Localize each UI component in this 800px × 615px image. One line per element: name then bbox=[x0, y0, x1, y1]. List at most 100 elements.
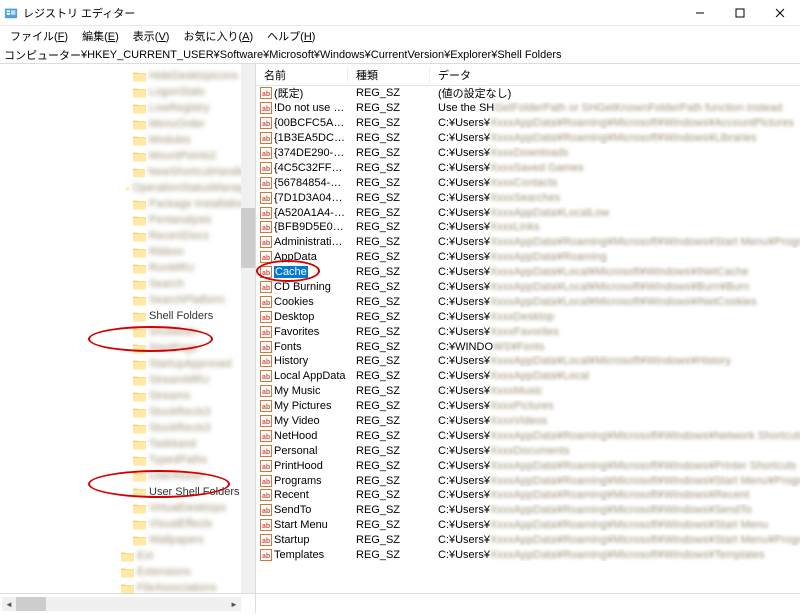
tree-item[interactable]: Ribbon bbox=[0, 244, 255, 260]
tree-item[interactable]: Wallpapers bbox=[0, 532, 255, 548]
maximize-button[interactable] bbox=[720, 0, 760, 26]
tree-item[interactable]: HideDesktopIcons bbox=[0, 68, 255, 84]
address-label: コンピューター bbox=[4, 47, 81, 63]
tree-item[interactable]: StreamMRU bbox=[0, 372, 255, 388]
value-row[interactable]: ab{A520A1A4-1780...REG_SZC:¥Users¥XxxxAp… bbox=[256, 205, 800, 220]
menu-view[interactable]: 表示(V) bbox=[127, 26, 176, 46]
menu-favorites[interactable]: お気に入り(A) bbox=[177, 26, 259, 46]
tree-item[interactable]: StartPage bbox=[0, 340, 255, 356]
tree-item[interactable]: StuckRects3 bbox=[0, 420, 255, 436]
tree-item[interactable]: Search bbox=[0, 276, 255, 292]
value-row[interactable]: abNetHoodREG_SZC:¥Users¥XxxxAppData¥Roam… bbox=[256, 428, 800, 443]
tree-item[interactable]: VirtualDesktops bbox=[0, 500, 255, 516]
value-row[interactable]: abAdministrative T...REG_SZC:¥Users¥Xxxx… bbox=[256, 235, 800, 250]
value-row[interactable]: abCookiesREG_SZC:¥Users¥XxxxAppData¥Loca… bbox=[256, 294, 800, 309]
value-row[interactable]: abHistoryREG_SZC:¥Users¥XxxxAppData¥Loca… bbox=[256, 354, 800, 369]
value-row[interactable]: abStart MenuREG_SZC:¥Users¥XxxxAppData¥R… bbox=[256, 518, 800, 533]
value-data-prefix: C:¥Users¥ bbox=[438, 281, 490, 293]
address-bar[interactable]: コンピューター¥HKEY_CURRENT_USER¥Software¥Micro… bbox=[0, 46, 800, 64]
tree-item[interactable]: Package Installation bbox=[0, 196, 255, 212]
value-row[interactable]: ab{4C5C32FF-BB9D...REG_SZC:¥Users¥XxxxSa… bbox=[256, 160, 800, 175]
tree-item[interactable]: LowRegistry bbox=[0, 100, 255, 116]
value-row[interactable]: ab!Do not use this ...REG_SZUse the SHGe… bbox=[256, 101, 800, 116]
value-row[interactable]: abAppDataREG_SZC:¥Users¥XxxxAppData¥Roam… bbox=[256, 250, 800, 265]
tree-vertical-scrollbar[interactable] bbox=[241, 64, 255, 593]
scroll-left-icon[interactable]: ◄ bbox=[2, 597, 16, 611]
value-row[interactable]: abMy VideoREG_SZC:¥Users¥XxxxVideos bbox=[256, 414, 800, 429]
minimize-button[interactable] bbox=[680, 0, 720, 26]
list-pane[interactable]: 名前 種類 データ ab(既定)REG_SZ(値の設定なし)ab!Do not … bbox=[256, 64, 800, 593]
scroll-thumb[interactable] bbox=[241, 208, 255, 268]
menu-help[interactable]: ヘルプ(H) bbox=[261, 26, 321, 46]
tree-item[interactable]: Modules bbox=[0, 132, 255, 148]
scroll-thumb[interactable] bbox=[16, 597, 46, 611]
tree-item[interactable]: VisualEffects bbox=[0, 516, 255, 532]
tree-item[interactable]: StuckRects3 bbox=[0, 404, 255, 420]
tree-item-label: Ribbon bbox=[149, 246, 184, 258]
close-button[interactable] bbox=[760, 0, 800, 26]
tree-item[interactable]: TypedPaths bbox=[0, 452, 255, 468]
value-row[interactable]: ab(既定)REG_SZ(値の設定なし) bbox=[256, 86, 800, 101]
tree-item[interactable]: Shutdown bbox=[0, 324, 255, 340]
value-row[interactable]: abSendToREG_SZC:¥Users¥XxxxAppData¥Roami… bbox=[256, 503, 800, 518]
tree-item[interactable]: Pentanalysis bbox=[0, 212, 255, 228]
tree-item-shell-folders[interactable]: Shell Folders bbox=[0, 308, 255, 324]
column-name[interactable]: 名前 bbox=[256, 67, 348, 83]
value-row[interactable]: abCacheREG_SZC:¥Users¥XxxxAppData¥Local¥… bbox=[256, 265, 800, 280]
value-row[interactable]: ab{374DE290-123F...REG_SZC:¥Users¥XxxxDo… bbox=[256, 146, 800, 161]
tree-horizontal-scrollbar[interactable]: ◄ ► bbox=[2, 597, 241, 611]
value-data-prefix: C:¥Users¥ bbox=[438, 519, 490, 531]
tree-item[interactable]: StartupApproved bbox=[0, 356, 255, 372]
value-row[interactable]: abStartupREG_SZC:¥Users¥XxxxAppData¥Roam… bbox=[256, 533, 800, 548]
value-row[interactable]: ab{56784854-C6CB...REG_SZC:¥Users¥XxxxCo… bbox=[256, 175, 800, 190]
tree-item[interactable]: RunMRU bbox=[0, 260, 255, 276]
value-row[interactable]: abTemplatesREG_SZC:¥Users¥XxxxAppData¥Ro… bbox=[256, 548, 800, 563]
tree-item-label: Ext bbox=[137, 550, 153, 562]
value-row[interactable]: abCD BurningREG_SZC:¥Users¥XxxxAppData¥L… bbox=[256, 280, 800, 295]
value-type: REG_SZ bbox=[348, 266, 430, 278]
scroll-right-icon[interactable]: ► bbox=[227, 597, 241, 611]
tree-item-label: Wallpapers bbox=[149, 534, 204, 546]
value-type: REG_SZ bbox=[348, 192, 430, 204]
value-data-prefix: C:¥Users¥ bbox=[438, 370, 490, 382]
value-row[interactable]: abDesktopREG_SZC:¥Users¥XxxxDesktop bbox=[256, 309, 800, 324]
value-row[interactable]: abPrintHoodREG_SZC:¥Users¥XxxxAppData¥Ro… bbox=[256, 458, 800, 473]
value-row[interactable]: abMy PicturesREG_SZC:¥Users¥XxxxPictures bbox=[256, 399, 800, 414]
column-data[interactable]: データ bbox=[430, 67, 800, 83]
value-row[interactable]: abFavoritesREG_SZC:¥Users¥XxxxFavorites bbox=[256, 324, 800, 339]
value-row[interactable]: ab{1B3EA5DC-B58...REG_SZC:¥Users¥XxxxApp… bbox=[256, 131, 800, 146]
tree-item[interactable]: RecentDocs bbox=[0, 228, 255, 244]
tree-item[interactable]: MountPoints2 bbox=[0, 148, 255, 164]
tree-item[interactable]: FileAssociations bbox=[0, 580, 255, 593]
tree-item-label: Modules bbox=[149, 134, 191, 146]
tree-pane[interactable]: HideDesktopIconsLogonStatsLowRegistryMen… bbox=[0, 64, 256, 593]
tree-item[interactable]: SearchPlatform bbox=[0, 292, 255, 308]
tree-item[interactable]: OperationStatusManager bbox=[0, 180, 255, 196]
tree-item[interactable]: NewShortcutHandlers bbox=[0, 164, 255, 180]
value-row[interactable]: abFontsREG_SZC:¥WINDOWS¥Fonts bbox=[256, 339, 800, 354]
tree-item[interactable]: Streams bbox=[0, 388, 255, 404]
menu-edit[interactable]: 編集(E) bbox=[76, 26, 125, 46]
column-type[interactable]: 種類 bbox=[348, 67, 430, 83]
value-row[interactable]: abProgramsREG_SZC:¥Users¥XxxxAppData¥Roa… bbox=[256, 473, 800, 488]
svg-text:ab: ab bbox=[262, 225, 270, 232]
tree-item[interactable]: Ext bbox=[0, 548, 255, 564]
tree-item[interactable]: UserAssist bbox=[0, 468, 255, 484]
value-row[interactable]: abRecentREG_SZC:¥Users¥XxxxAppData¥Roami… bbox=[256, 488, 800, 503]
menu-file[interactable]: ファイル(F) bbox=[4, 26, 74, 46]
value-data-prefix: C:¥Users¥ bbox=[438, 475, 490, 487]
value-row[interactable]: ab{BFB9D5E0-C6A...REG_SZC:¥Users¥XxxxLin… bbox=[256, 220, 800, 235]
value-row[interactable]: abLocal AppDataREG_SZC:¥Users¥XxxxAppDat… bbox=[256, 369, 800, 384]
svg-text:ab: ab bbox=[262, 166, 270, 173]
tree-item[interactable]: MenuOrder bbox=[0, 116, 255, 132]
tree-item[interactable]: Taskband bbox=[0, 436, 255, 452]
tree-item-user-shell-folders[interactable]: User Shell Folders bbox=[0, 484, 255, 500]
value-row[interactable]: ab{7D1D3A04-DEB...REG_SZC:¥Users¥XxxxSea… bbox=[256, 190, 800, 205]
value-row[interactable]: ab{00BCFC5A-ED9...REG_SZC:¥Users¥XxxxApp… bbox=[256, 116, 800, 131]
status-bar: ◄ ► bbox=[0, 593, 800, 613]
value-row[interactable]: abMy MusicREG_SZC:¥Users¥XxxxMusic bbox=[256, 384, 800, 399]
tree-item[interactable]: Extensions bbox=[0, 564, 255, 580]
tree-item[interactable]: LogonStats bbox=[0, 84, 255, 100]
value-name: {1B3EA5DC-B58... bbox=[274, 132, 346, 144]
value-row[interactable]: abPersonalREG_SZC:¥Users¥XxxxDocuments bbox=[256, 443, 800, 458]
